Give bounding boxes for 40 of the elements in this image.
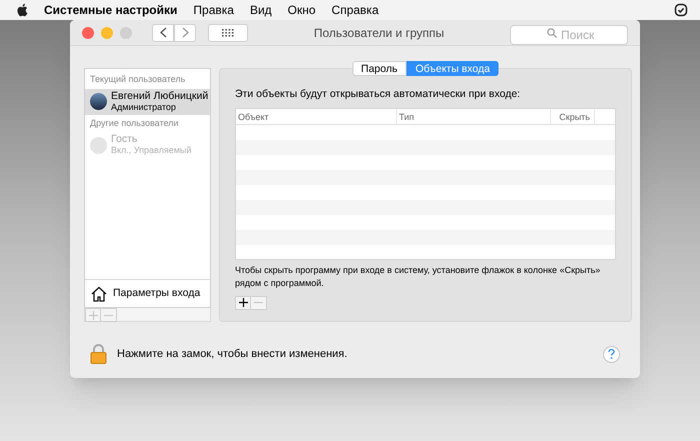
back-button[interactable] (152, 24, 174, 42)
menu-item[interactable]: Справка (332, 1, 379, 19)
plus-icon (88, 310, 98, 320)
section-heading: Текущий пользователь (89, 73, 186, 86)
user-name: Гость (111, 134, 138, 145)
menu-item[interactable]: Вид (250, 1, 272, 19)
user-role: Вкл., Управляемый (111, 145, 192, 156)
house-icon (91, 286, 107, 302)
help-button[interactable] (603, 346, 620, 362)
user-name: Евгений Любницкий (111, 90, 208, 102)
column-header[interactable]: Объект (236, 108, 397, 124)
grid-icon (222, 28, 234, 36)
avatar-icon (90, 136, 107, 154)
user-row[interactable]: Евгений Любницкий Администратор (85, 88, 210, 114)
apple-logo-icon[interactable] (16, 3, 28, 17)
user-role: Администратор (111, 102, 177, 112)
add-button[interactable] (235, 296, 251, 310)
search-field[interactable]: Поиск (510, 24, 628, 44)
column-header[interactable]: Тип (397, 108, 551, 124)
login-options-item[interactable]: Параметры входа (85, 279, 210, 307)
avatar-icon (90, 93, 107, 110)
intro-text: Эти объекты будут открываться автоматически при входе: (235, 87, 522, 102)
status-menu-icon[interactable] (674, 3, 688, 17)
menu-item[interactable]: Окно (288, 1, 316, 19)
question-mark-icon (608, 349, 615, 359)
padlock-icon[interactable] (90, 344, 107, 364)
show-all-button[interactable] (208, 24, 248, 42)
search-icon (547, 28, 557, 38)
window-title: Пользователи и группы (312, 24, 446, 42)
menu-item[interactable]: Системные настройки (44, 1, 178, 19)
section-heading: Другие пользователи (89, 116, 180, 130)
column-header[interactable]: Скрыть (551, 108, 595, 124)
chevron-right-icon (182, 27, 188, 38)
chevron-left-icon (160, 27, 166, 38)
tab[interactable]: Пароль (352, 61, 406, 76)
hint-text: Чтобы скрыть программу при входе в систему, установите флажок в колонке «Скрыть» рядом с программой. (235, 264, 602, 290)
close-button[interactable] (82, 26, 94, 38)
menu-item[interactable]: Правка (193, 1, 234, 19)
lock-message: Нажмите на замок, чтобы внести изменения. (117, 346, 348, 362)
plus-icon (238, 298, 248, 308)
